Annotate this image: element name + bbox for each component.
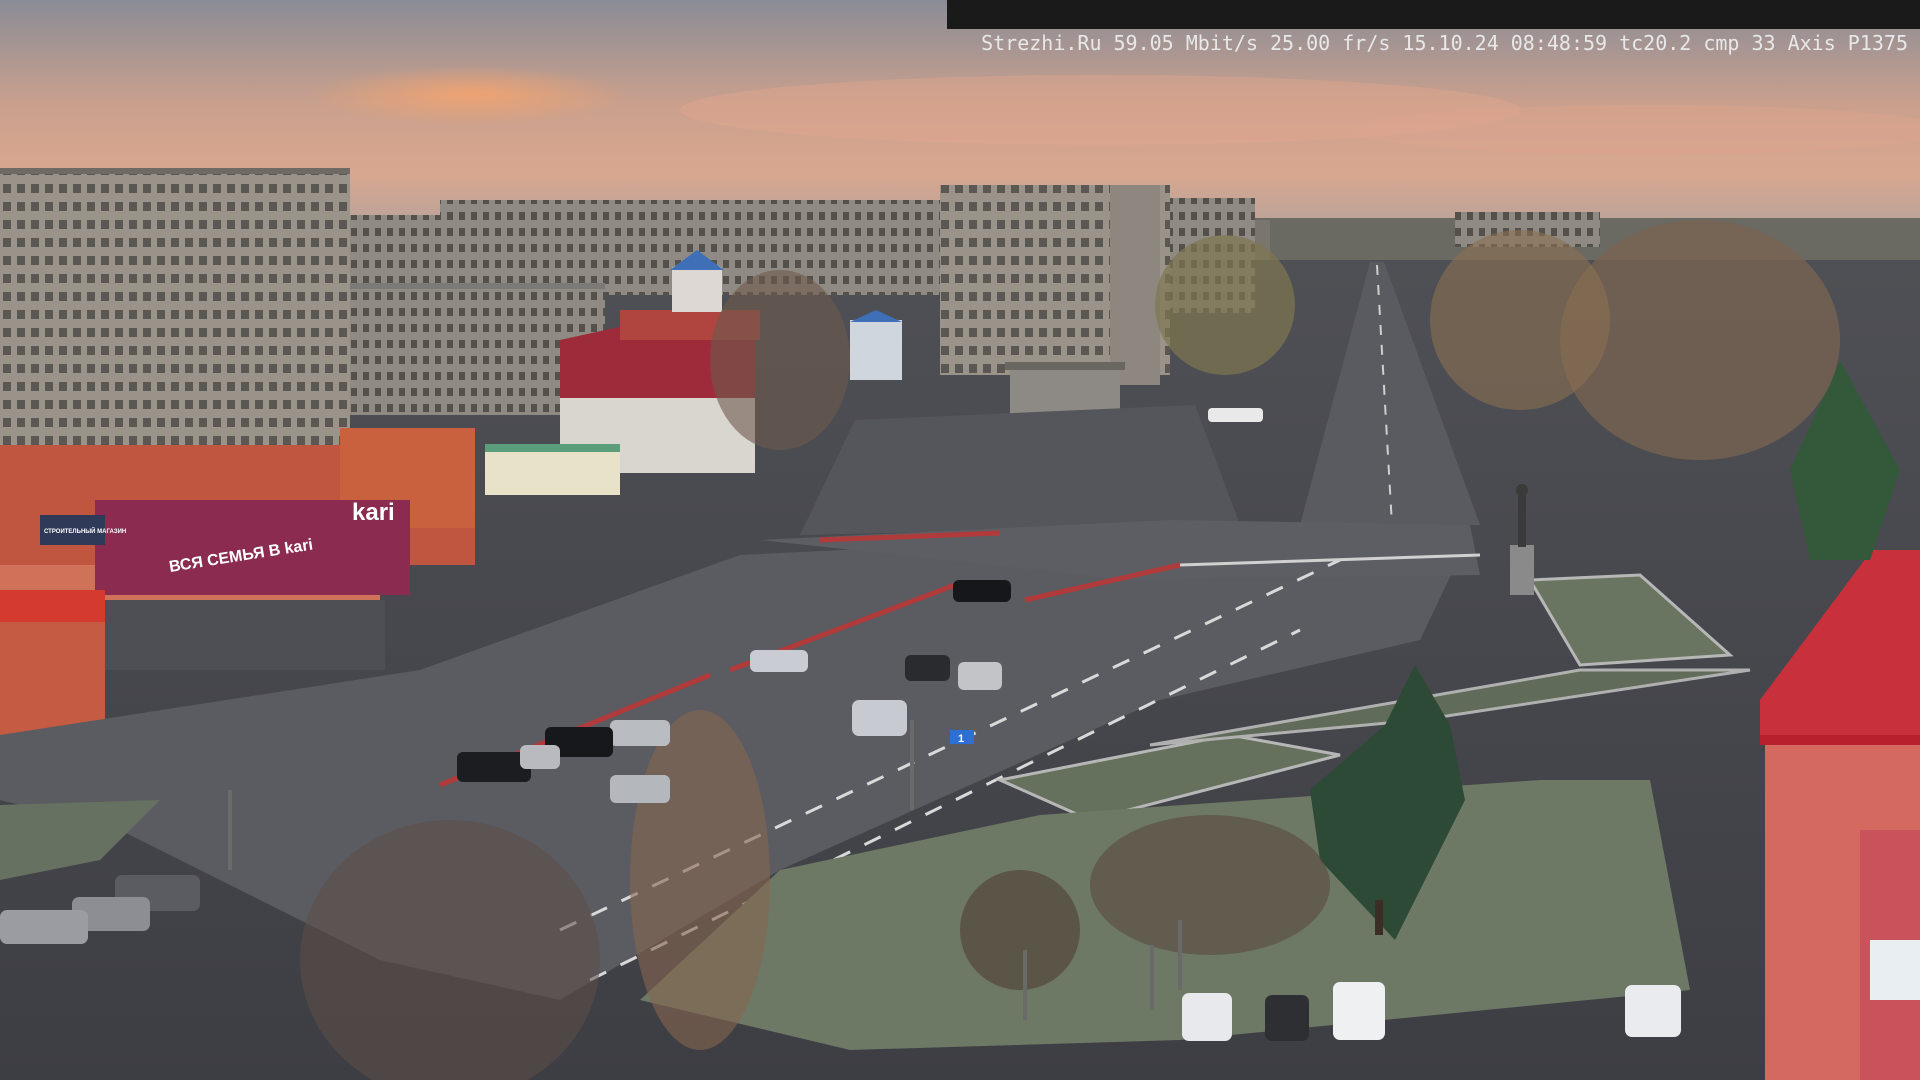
overlay-tc: tc20.2	[1619, 31, 1692, 55]
overlay-framerate: 25.00 fr/s	[1270, 31, 1391, 55]
front-plaza	[800, 405, 1240, 535]
webcam-scene: kari ВСЯ СЕМЬЯ В kari СТРОИТЕЛЬНЫЙ МАГАЗ…	[0, 0, 1920, 1080]
camera-info-overlay: Strezhi.Ru 59.05 Mbit/s 25.00 fr/s 15.10.24…	[946, 0, 1920, 55]
overlay-cmp: cmp 33	[1703, 31, 1776, 55]
overlay-camera: Axis P1375	[1787, 31, 1908, 55]
overlay-date: 15.10.24	[1402, 31, 1499, 55]
kari-logo-sign: kari	[352, 499, 395, 526]
overlay-site: Strezhi.Ru	[981, 31, 1102, 55]
blue-roof-building	[850, 310, 902, 380]
store-sign-left: СТРОИТЕЛЬНЫЙ МАГАЗИН	[44, 527, 126, 535]
overlay-bitrate: 59.05 Mbit/s	[1113, 31, 1259, 55]
street-sign-label: 1	[958, 733, 964, 745]
overlay-time: 08:48:59	[1510, 31, 1608, 55]
